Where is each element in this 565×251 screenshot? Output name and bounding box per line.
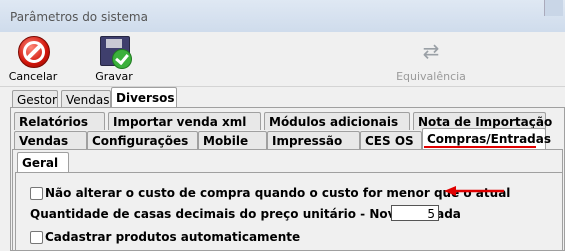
- window-control-button[interactable]: [544, 0, 563, 16]
- window-title: Parâmetros do sistema: [10, 10, 148, 24]
- tab-importar-venda-xml[interactable]: Importar venda xml: [108, 112, 261, 130]
- auto-register-checkbox[interactable]: [30, 231, 43, 244]
- cancel-icon: [18, 36, 50, 68]
- equivalence-arrows-icon: ⇄: [422, 39, 440, 63]
- annotation-underline: [424, 146, 536, 148]
- window-titlebar: Parâmetros do sistema: [0, 0, 565, 33]
- decimal-places-input[interactable]: 5: [391, 205, 439, 221]
- tab-mobile[interactable]: Mobile: [198, 131, 267, 149]
- tab-modulos-adicionais[interactable]: Módulos adicionais: [264, 112, 410, 130]
- tab-ces-os[interactable]: CES OS: [360, 131, 422, 149]
- tab-impressao[interactable]: Impressão: [267, 131, 360, 149]
- tab-vendas-top[interactable]: Vendas: [61, 90, 111, 108]
- tab-gestor[interactable]: Gestor: [12, 90, 58, 108]
- tab-configuracoes[interactable]: Configurações: [87, 131, 198, 149]
- cancel-button[interactable]: Cancelar: [4, 34, 62, 84]
- save-button[interactable]: Gravar: [86, 34, 142, 84]
- tab-vendas[interactable]: Vendas: [14, 131, 87, 149]
- tab-geral[interactable]: Geral: [17, 152, 69, 173]
- tab-relatorios[interactable]: Relatórios: [14, 112, 105, 130]
- dont-change-cost-label: Não alterar o custo de compra quando o c…: [45, 186, 511, 200]
- cancel-label: Cancelar: [8, 70, 58, 83]
- equivalence-button[interactable]: ⇄ Equivalência: [395, 34, 467, 84]
- tab-diversos[interactable]: Diversos: [111, 87, 177, 108]
- toolbar: Cancelar Gravar ⇄ Equivalência: [0, 32, 565, 87]
- save-icon: [100, 36, 132, 69]
- save-label: Gravar: [95, 70, 133, 83]
- equivalence-label: Equivalência: [396, 70, 466, 83]
- annotation-arrow-icon: [444, 186, 504, 196]
- dont-change-cost-checkbox[interactable]: [30, 187, 43, 200]
- auto-register-label: Cadastrar produtos automaticamente: [45, 230, 301, 244]
